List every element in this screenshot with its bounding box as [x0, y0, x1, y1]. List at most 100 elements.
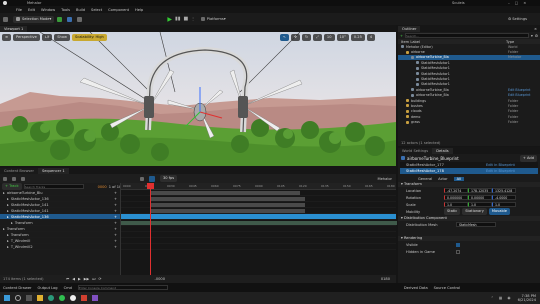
add-track-button[interactable]: + Track: [2, 183, 22, 190]
section-bar[interactable]: [150, 203, 305, 207]
content-drawer-button[interactable]: Content Drawer: [3, 286, 32, 290]
key-icon[interactable]: [140, 176, 144, 181]
app-icon-b[interactable]: [92, 295, 98, 301]
mobility-static[interactable]: Static: [444, 208, 461, 215]
track-expand-icon[interactable]: ▸: [7, 214, 9, 219]
track-add-icon[interactable]: +: [114, 232, 117, 237]
hidden-checkbox[interactable]: [456, 249, 460, 254]
track-expand-icon[interactable]: ▸: [7, 202, 9, 207]
menu-component[interactable]: Component: [108, 8, 129, 12]
filter-actor[interactable]: Actor: [438, 177, 447, 181]
seq-name[interactable]: Mehalor: [378, 177, 392, 181]
mobility-movable[interactable]: Movable: [488, 208, 510, 215]
track-expand-icon[interactable]: ▸: [7, 232, 9, 237]
details-tab[interactable]: Details: [432, 147, 453, 154]
angle-snap[interactable]: 10°: [336, 34, 349, 41]
grid-snap[interactable]: 10: [323, 34, 335, 41]
col-item-label[interactable]: Item Label: [401, 40, 506, 44]
track-expand-icon[interactable]: ▸: [7, 238, 9, 243]
edit-blueprint-link[interactable]: Edit in Blueprint: [486, 163, 515, 167]
track-add-icon[interactable]: +: [114, 226, 117, 231]
loop-icon[interactable]: ⟳: [99, 277, 102, 281]
file-explorer-icon[interactable]: [37, 295, 43, 301]
menu-file[interactable]: File: [16, 8, 22, 12]
camera-icon[interactable]: [21, 176, 25, 181]
output-log-button[interactable]: Output Log: [38, 286, 58, 290]
save-icon[interactable]: [3, 16, 8, 22]
distribution-value[interactable]: StaticMesh: [456, 222, 496, 227]
play-options-icon[interactable]: ⋮: [191, 17, 195, 21]
range-end[interactable]: 0180: [381, 277, 390, 281]
track-add-icon[interactable]: +: [114, 220, 117, 225]
component-row[interactable]: StaticMeshActor_178 Edit in Blueprint: [400, 168, 538, 174]
menu-edit[interactable]: Edit: [28, 8, 35, 12]
track-add-icon[interactable]: +: [114, 208, 117, 213]
cmd-dropdown[interactable]: Cmd: [64, 286, 72, 290]
track-expand-icon[interactable]: ▸: [3, 190, 5, 195]
track-expand-icon[interactable]: ▸: [11, 220, 13, 225]
taskbar-search-icon[interactable]: [15, 295, 21, 301]
location-x[interactable]: -47.2074: [444, 188, 468, 193]
location-y[interactable]: 178.12035: [468, 188, 492, 193]
scale-z[interactable]: 1.0: [492, 202, 516, 207]
select-tool-icon[interactable]: ↖: [280, 34, 290, 41]
playhead[interactable]: [150, 183, 151, 275]
track-add-icon[interactable]: +: [114, 244, 117, 249]
unreal-taskbar-icon[interactable]: [70, 295, 76, 301]
rotation-y[interactable]: 0.00000: [468, 195, 492, 200]
section-bar[interactable]: [150, 197, 305, 201]
col-type[interactable]: Type: [506, 40, 514, 44]
cinematics-icon[interactable]: [77, 16, 83, 22]
visible-checkbox[interactable]: [456, 242, 460, 247]
frame-field[interactable]: 0000: [98, 185, 107, 189]
show-button[interactable]: Show: [54, 34, 70, 41]
mode-dropdown[interactable]: Selection Mode ▾: [13, 15, 55, 23]
track-expand-icon[interactable]: ▸: [7, 208, 9, 213]
track-add-icon[interactable]: +: [114, 238, 117, 243]
timeline-track-row[interactable]: [121, 244, 396, 250]
perspective-button[interactable]: Perspective: [13, 34, 40, 41]
menu-build[interactable]: Build: [76, 8, 85, 12]
app-icon-a[interactable]: [81, 295, 87, 301]
windows-start-icon[interactable]: [4, 295, 10, 301]
range-start[interactable]: -0000: [155, 277, 165, 281]
source-control-button[interactable]: Source Control: [434, 286, 460, 290]
scalability-badge[interactable]: Scalability: High: [71, 34, 107, 41]
task-view-icon[interactable]: [26, 295, 32, 301]
add-component-button[interactable]: + Add: [519, 154, 537, 162]
user-label[interactable]: Sculeis: [452, 1, 465, 5]
rotation-x[interactable]: 0.000000: [444, 195, 468, 200]
next-key-icon[interactable]: ▶▶: [84, 277, 90, 281]
settings-button[interactable]: ⚙ Settings: [508, 17, 527, 21]
jump-end-icon[interactable]: ⏭: [92, 277, 95, 281]
filter-icon[interactable]: ▾: [531, 34, 533, 38]
outliner-row[interactable]: airborneTurbine_Bla Mehalor: [398, 54, 540, 61]
track-add-icon[interactable]: +: [114, 202, 117, 207]
track-expand-icon[interactable]: ▸: [7, 196, 9, 201]
platforms-button[interactable]: Platforms ▾: [200, 17, 226, 21]
window-controls[interactable]: –□×: [508, 1, 531, 5]
viewport-options-icon[interactable]: ≡: [2, 34, 12, 41]
fps-dropdown[interactable]: 30 fps: [160, 175, 178, 182]
track-expand-icon[interactable]: ▸: [3, 226, 5, 231]
step-icon[interactable]: ▮▮: [175, 16, 181, 22]
outliner-row[interactable]: airborneTurbine_Bla Edit Blueprint: [398, 93, 540, 98]
blueprint-icon[interactable]: [67, 16, 73, 22]
add-content-icon[interactable]: [57, 16, 63, 22]
spotify-icon[interactable]: [59, 295, 65, 301]
section-bar[interactable]: [150, 191, 300, 195]
console-input[interactable]: [77, 285, 168, 290]
stop-icon[interactable]: ■: [183, 16, 188, 22]
scale-tool-icon[interactable]: ⤢: [313, 34, 322, 41]
rotation-z[interactable]: -4.0000: [492, 195, 516, 200]
jump-start-icon[interactable]: ⏮: [66, 277, 69, 281]
timeline-area[interactable]: 0000001500300045006000750090010501200135…: [120, 183, 397, 275]
prev-key-icon[interactable]: ◀: [72, 277, 75, 281]
section-bar[interactable]: [121, 221, 397, 225]
playhead-marker[interactable]: [147, 183, 154, 189]
scale-x[interactable]: 1.0: [444, 202, 468, 207]
scale-y[interactable]: 1.0: [468, 202, 492, 207]
track-add-icon[interactable]: +: [114, 214, 117, 219]
save-sequence-icon[interactable]: [3, 176, 7, 181]
play-button[interactable]: ▶: [167, 16, 172, 23]
